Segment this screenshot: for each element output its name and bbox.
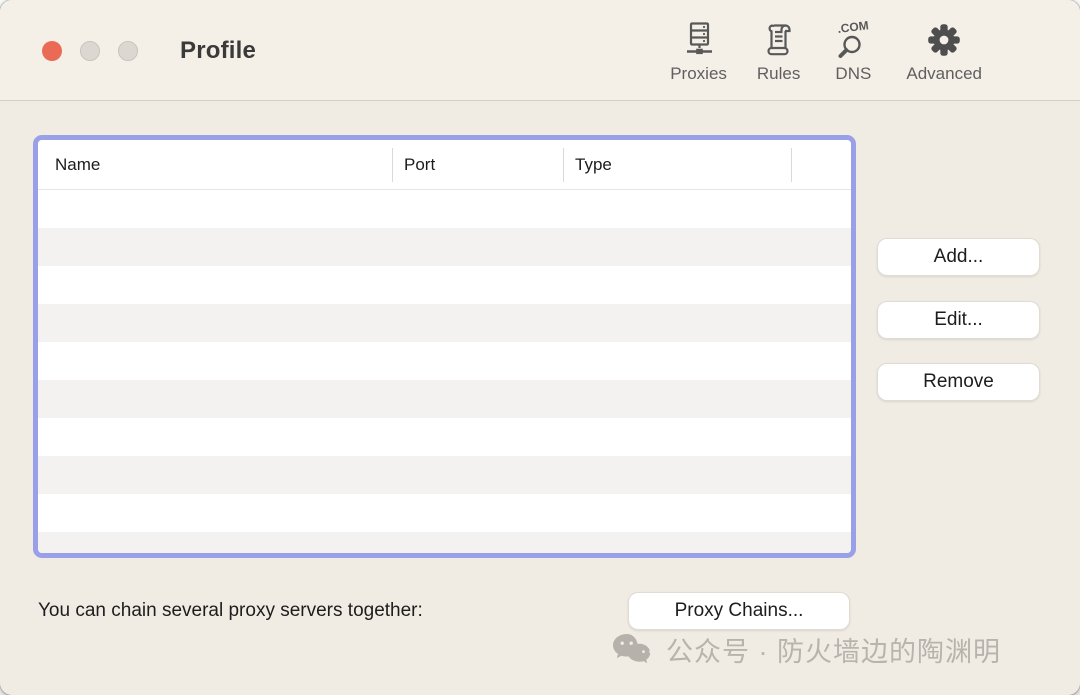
- wechat-icon: [612, 633, 656, 667]
- chain-hint-label: You can chain several proxy servers toge…: [38, 592, 423, 630]
- remove-button[interactable]: Remove: [877, 363, 1040, 401]
- add-button[interactable]: Add...: [877, 238, 1040, 276]
- proxy-chains-button[interactable]: Proxy Chains...: [628, 592, 850, 630]
- tab-proxies-label: Proxies: [670, 65, 727, 83]
- tab-dns-label: DNS: [835, 65, 871, 83]
- titlebar: Profile Proxies: [0, 0, 1080, 101]
- edit-button[interactable]: Edit...: [877, 301, 1040, 339]
- page-title: Profile: [180, 0, 256, 101]
- dns-com-text: .COM: [837, 20, 870, 36]
- minimize-button[interactable]: [80, 41, 100, 61]
- tab-advanced-label: Advanced: [906, 65, 982, 83]
- watermark: 公众号 · 防火墙边的陶渊明: [612, 630, 1001, 669]
- column-header-port[interactable]: Port: [392, 140, 563, 189]
- gear-icon: [925, 18, 963, 62]
- profile-window: Profile Proxies: [0, 0, 1080, 695]
- server-icon: [680, 18, 718, 62]
- column-header-extra: [791, 140, 851, 189]
- table-header: Name Port Type: [38, 140, 851, 190]
- tab-dns[interactable]: .COM DNS: [830, 18, 876, 83]
- table-body-empty[interactable]: [38, 190, 851, 553]
- close-button[interactable]: [42, 41, 62, 61]
- tab-rules-label: Rules: [757, 65, 800, 83]
- column-header-name[interactable]: Name: [38, 140, 392, 189]
- proxy-list-table[interactable]: Name Port Type: [33, 135, 856, 558]
- zoom-button[interactable]: [118, 41, 138, 61]
- toolbar: Proxies Rules: [670, 0, 982, 101]
- scroll-icon: [762, 18, 796, 62]
- watermark-text: 公众号 · 防火墙边的陶渊明: [666, 630, 1001, 669]
- tab-advanced[interactable]: Advanced: [906, 18, 982, 83]
- column-header-type[interactable]: Type: [563, 140, 791, 189]
- domain-search-icon: .COM: [830, 18, 876, 62]
- tab-proxies[interactable]: Proxies: [670, 18, 727, 83]
- tab-rules[interactable]: Rules: [757, 18, 800, 83]
